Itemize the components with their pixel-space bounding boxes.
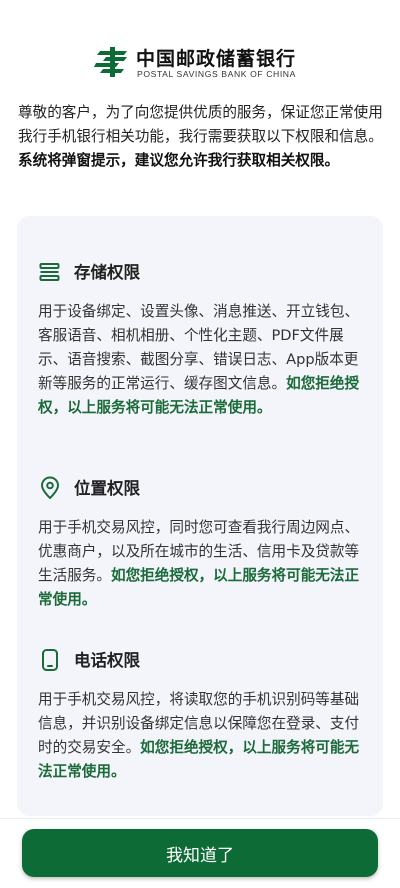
phone-icon — [42, 649, 58, 671]
confirm-button[interactable]: 我知道了 — [22, 829, 378, 877]
intro-bold: 系统将弹窗提示，建议您允许我行获取相关权限。 — [18, 152, 340, 169]
brand-name-cn: 中国邮政储蓄银行 — [136, 48, 297, 70]
postal-logo-icon — [94, 47, 127, 77]
storage-icon — [39, 263, 60, 281]
permission-title: 电话权限 — [74, 651, 140, 670]
permission-title: 存储权限 — [74, 263, 140, 282]
permission-desc: 用于手机交易风控，将读取您的手机识别码等基础信息，并识别设备绑定信息以保障您在登… — [38, 688, 362, 784]
permission-desc: 用于设备绑定、设置头像、消息推送、开立钱包、客服语音、相机相册、个性化主题、PD… — [38, 300, 362, 420]
footer-divider — [0, 818, 400, 819]
intro-text: 尊敬的客户，为了向您提供优质的服务，保证您正常使用我行手机银行相关功能，我行需要… — [18, 101, 384, 173]
permission-location: 位置权限 用于手机交易风控，同时您可查看我行周边网点、优惠商户，以及所在城市的生… — [38, 474, 362, 612]
permission-title: 位置权限 — [74, 479, 140, 498]
permission-storage: 存储权限 用于设备绑定、设置头像、消息推送、开立钱包、客服语音、相机相册、个性化… — [38, 258, 362, 420]
permissions-card: 存储权限 用于设备绑定、设置头像、消息推送、开立钱包、客服语音、相机相册、个性化… — [17, 216, 383, 816]
permission-desc: 用于手机交易风控，同时您可查看我行周边网点、优惠商户，以及所在城市的生活、信用卡… — [38, 516, 362, 612]
brand-name-en: POSTAL SAVINGS BANK OF CHINA — [137, 69, 296, 79]
location-icon — [41, 476, 59, 499]
permission-phone: 电话权限 用于手机交易风控，将读取您的手机识别码等基础信息，并识别设备绑定信息以… — [38, 646, 362, 784]
app-header: 中国邮政储蓄银行 POSTAL SAVINGS BANK OF CHINA — [0, 40, 400, 86]
intro-body: 尊敬的客户，为了向您提供优质的服务，保证您正常使用我行手机银行相关功能，我行需要… — [18, 104, 383, 145]
